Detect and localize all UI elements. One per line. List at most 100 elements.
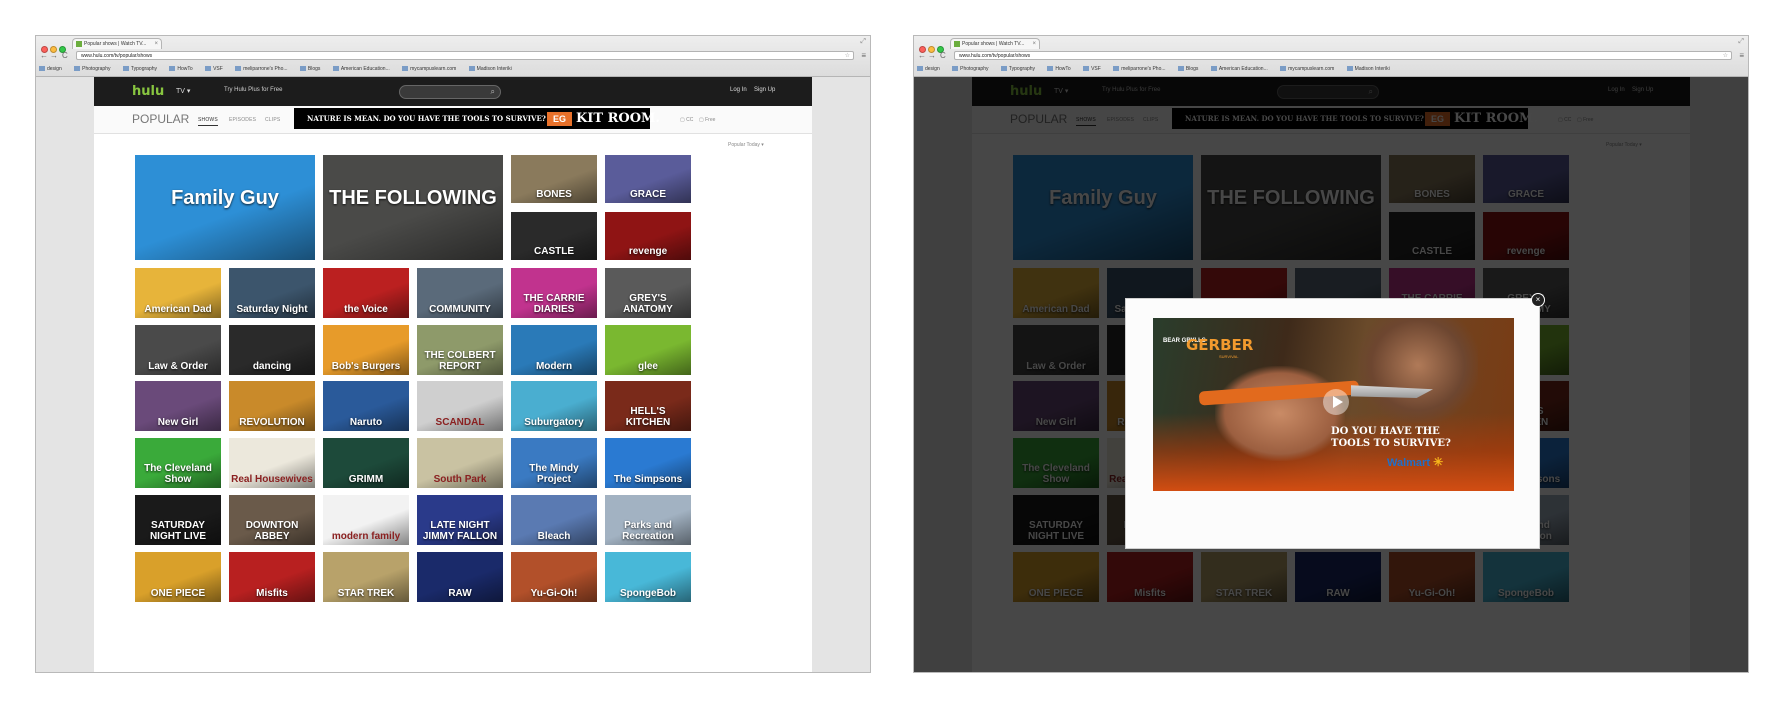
show-tile[interactable]: REVOLUTION [229, 381, 315, 431]
search-icon[interactable]: ⌕ [491, 86, 495, 98]
bookmark-item[interactable]: Typography [1000, 63, 1035, 75]
bookmark-item[interactable]: Photography [952, 63, 988, 75]
browser-menu-icon[interactable]: ≡ [1739, 49, 1744, 62]
show-tile[interactable]: RAW [417, 552, 503, 602]
bookmark-item[interactable]: mycampuslearn.com [1280, 63, 1334, 75]
show-tile[interactable]: Parks and Recreation [605, 495, 691, 545]
bookmark-item[interactable]: Blogs [1177, 63, 1198, 75]
show-tile[interactable]: LATE NIGHT JIMMY FALLON [417, 495, 503, 545]
back-button[interactable]: ← [40, 49, 48, 62]
show-tile[interactable]: Saturday Night [229, 268, 315, 318]
show-tile[interactable]: revenge [605, 212, 691, 260]
reload-button[interactable]: C [62, 49, 68, 62]
show-tile[interactable]: GREY'S ANATOMY [605, 268, 691, 318]
show-tile[interactable]: The Cleveland Show [135, 438, 221, 488]
tab-close-icon[interactable]: × [1032, 39, 1036, 49]
try-hulu-plus-link[interactable]: Try Hulu Plus for Free [224, 87, 282, 93]
show-tile[interactable]: HELL'S KITCHEN [605, 381, 691, 431]
show-tile[interactable]: South Park [417, 438, 503, 488]
show-tile[interactable]: SpongeBob [605, 552, 691, 602]
bookmark-item[interactable]: HowTo [1047, 63, 1071, 75]
address-bar[interactable]: www.hulu.com/tv/popular/shows ☆ [76, 51, 854, 60]
folder-icon [1083, 66, 1090, 72]
tab-episodes[interactable]: EPISODES [229, 117, 256, 123]
fullscreen-icon[interactable]: ⤢ [1738, 38, 1744, 46]
show-tile[interactable]: DOWNTON ABBEY [229, 495, 315, 545]
tab-close-icon[interactable]: × [154, 39, 158, 49]
show-tile[interactable]: STAR TREK [323, 552, 409, 602]
bookmark-item[interactable]: design [39, 63, 62, 75]
browser-menu-icon[interactable]: ≡ [861, 49, 866, 62]
bookmark-item[interactable]: meliparrone's Pho... [1113, 63, 1166, 75]
tv-menu[interactable]: TV ▾ [176, 87, 190, 95]
close-icon[interactable]: × [1531, 293, 1545, 307]
show-tile[interactable]: Naruto [323, 381, 409, 431]
bookmark-star-icon[interactable]: ☆ [1723, 52, 1728, 61]
show-tile[interactable]: Bleach [511, 495, 597, 545]
tab-clips[interactable]: CLIPS [265, 117, 280, 123]
show-tile[interactable]: New Girl [135, 381, 221, 431]
sort-dropdown[interactable]: Popular Today ▾ [728, 142, 764, 148]
show-tile[interactable]: modern family [323, 495, 409, 545]
bookmark-item[interactable]: Madison Interiki [468, 63, 512, 75]
show-tile[interactable]: THE COLBERT REPORT [417, 325, 503, 375]
show-tile[interactable]: American Dad [135, 268, 221, 318]
show-tile[interactable]: SCANDAL [417, 381, 503, 431]
show-tile[interactable]: Real Housewives [229, 438, 315, 488]
show-tile[interactable]: dancing [229, 325, 315, 375]
show-tile[interactable]: COMMUNITY [417, 268, 503, 318]
show-tile[interactable]: Misfits [229, 552, 315, 602]
address-bar[interactable]: www.hulu.com/tv/popular/shows ☆ [954, 51, 1732, 60]
play-icon[interactable] [1323, 389, 1349, 415]
signup-link[interactable]: Sign Up [754, 87, 775, 93]
show-tile[interactable]: Yu-Gi-Oh! [511, 552, 597, 602]
tab-shows[interactable]: SHOWS [198, 117, 218, 126]
show-tile[interactable]: Modern [511, 325, 597, 375]
forward-button[interactable]: → [928, 49, 936, 62]
show-tile[interactable]: SATURDAY NIGHT LIVE [135, 495, 221, 545]
show-tile[interactable]: The Mindy Project [511, 438, 597, 488]
bookmark-item[interactable]: Madison Interiki [1346, 63, 1390, 75]
show-tile[interactable]: The Simpsons [605, 438, 691, 488]
browser-tab[interactable]: Popular shows | Watch TV... × [950, 38, 1040, 49]
show-tile[interactable]: Suburgatory [511, 381, 597, 431]
show-title: SpongeBob [619, 588, 677, 599]
show-tile[interactable]: the Voice [323, 268, 409, 318]
show-tile[interactable]: BONES [511, 155, 597, 203]
bookmark-item[interactable]: Blogs [299, 63, 320, 75]
bookmark-item[interactable]: VSF [205, 63, 223, 75]
fullscreen-icon[interactable]: ⤢ [860, 38, 866, 46]
bookmark-item[interactable]: VSF [1083, 63, 1101, 75]
bookmark-item[interactable]: HowTo [169, 63, 193, 75]
gerber-tagline: SURVIVAL [1219, 354, 1239, 359]
show-tile[interactable]: ONE PIECE [135, 552, 221, 602]
show-tile[interactable]: Law & Order [135, 325, 221, 375]
bookmark-item[interactable]: Typography [122, 63, 157, 75]
show-tile[interactable]: CASTLE [511, 212, 597, 260]
free-filter-checkbox[interactable]: ▢ Free [699, 117, 715, 123]
banner-ad[interactable]: NATURE IS MEAN. DO YOU HAVE THE TOOLS TO… [294, 108, 660, 129]
show-tile[interactable]: GRIMM [323, 438, 409, 488]
bookmark-item[interactable]: design [917, 63, 940, 75]
login-link[interactable]: Log In [730, 87, 747, 93]
bookmark-item[interactable]: American Education... [1210, 63, 1268, 75]
cc-filter-checkbox[interactable]: ▢ CC [680, 117, 693, 123]
forward-button[interactable]: → [50, 49, 58, 62]
video-ad-player[interactable]: BEAR GRYLLS GERBER SURVIVAL DO YOU HAVE … [1153, 318, 1514, 491]
browser-tab[interactable]: Popular shows | Watch TV... × [72, 38, 162, 49]
bookmark-item[interactable]: meliparrone's Pho... [235, 63, 288, 75]
show-tile[interactable]: Bob's Burgers [323, 325, 409, 375]
back-button[interactable]: ← [918, 49, 926, 62]
show-tile[interactable]: GRACE [605, 155, 691, 203]
hulu-logo[interactable]: hulu [132, 84, 164, 99]
show-tile[interactable]: THE FOLLOWING [323, 155, 503, 260]
bookmark-item[interactable]: mycampuslearn.com [402, 63, 456, 75]
bookmark-item[interactable]: American Education... [332, 63, 390, 75]
search-input[interactable]: ⌕ [399, 85, 501, 99]
show-tile[interactable]: Family Guy [135, 155, 315, 260]
show-tile[interactable]: THE CARRIE DIARIES [511, 268, 597, 318]
reload-button[interactable]: C [940, 49, 946, 62]
bookmark-item[interactable]: Photography [74, 63, 110, 75]
bookmark-star-icon[interactable]: ☆ [845, 52, 850, 61]
show-tile[interactable]: glee [605, 325, 691, 375]
